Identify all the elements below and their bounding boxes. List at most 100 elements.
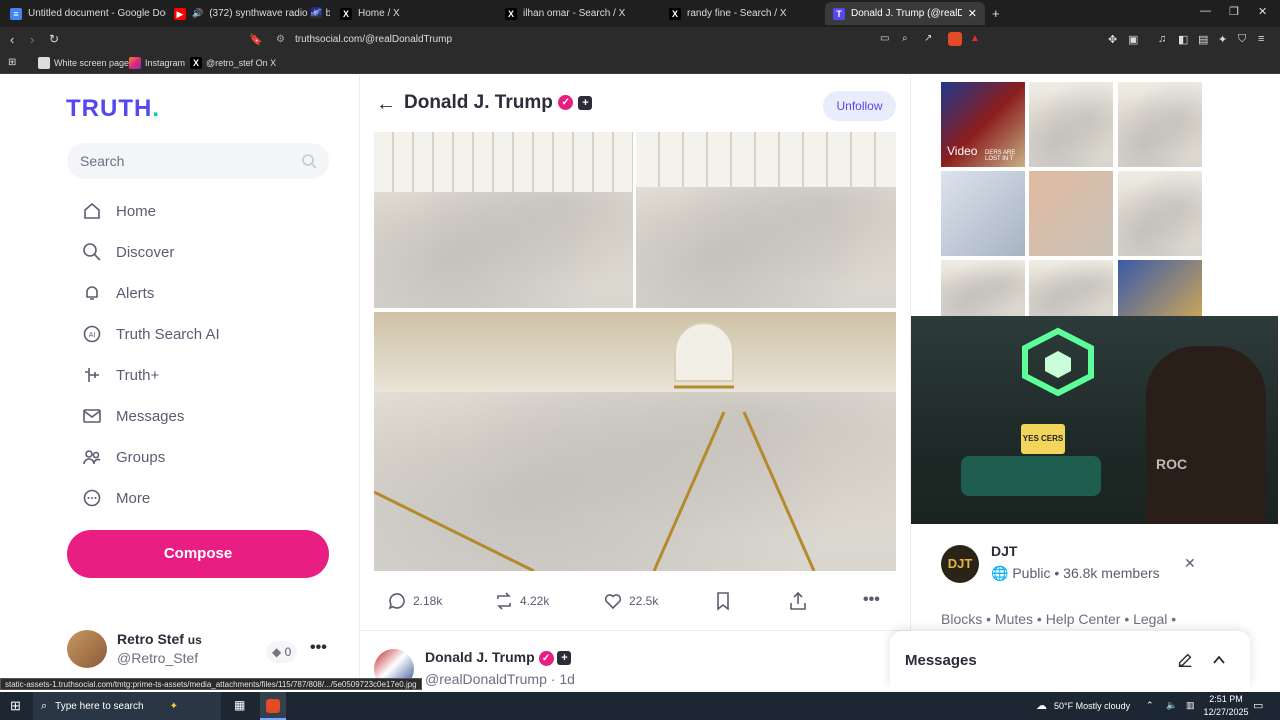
nav-truth-plus[interactable]: Truth+ (82, 365, 159, 385)
nav-groups[interactable]: Groups (82, 447, 165, 467)
truth-logo[interactable]: TRUTH. (66, 95, 160, 123)
bookmark-icon[interactable]: 🔖 (249, 33, 263, 46)
address-bar: ‹ › ↻ 🔖 ⚙ truthsocial.com/@realDonaldTru… (0, 27, 1280, 53)
wallet-icon[interactable]: ▤ (1198, 33, 1208, 46)
media-thumb[interactable] (1118, 171, 1202, 256)
tab-title: Donald J. Trump (@realDonaldTr (851, 8, 962, 19)
menu-icon[interactable]: ≡ (1258, 33, 1264, 45)
media-thumb[interactable] (1029, 171, 1113, 256)
clock-date[interactable]: 12/27/2025 (1202, 707, 1250, 717)
nav-alerts[interactable]: Alerts (82, 283, 154, 303)
brave-shield-icon[interactable] (948, 32, 962, 46)
nav-more[interactable]: More (82, 488, 150, 508)
user-menu-icon[interactable]: ••• (310, 639, 327, 657)
share-icon[interactable]: ↗ (924, 33, 932, 44)
windows-start-icon[interactable]: ⊞ (10, 698, 21, 714)
tab-youtube[interactable]: ▶ 🔊 (372) synthwave radio 🌌 beats t (166, 2, 330, 25)
media-thumb[interactable] (941, 171, 1025, 256)
tab-truth-social[interactable]: T Donald J. Trump (@realDonaldTr ✕ (825, 2, 985, 25)
group-visibility: Public (1012, 565, 1051, 581)
vpn-icon[interactable]: ⛉ (1238, 33, 1246, 46)
new-tab-icon[interactable]: + (992, 6, 1000, 21)
page-icon (38, 57, 50, 69)
restore-icon[interactable]: ❐ (1229, 5, 1239, 18)
media-thumb[interactable] (1029, 260, 1113, 316)
share-action[interactable] (788, 591, 808, 611)
tab-x-home[interactable]: X Home / X (332, 2, 496, 25)
user-handle: @Retro_Stef (117, 650, 199, 666)
dismiss-group-icon[interactable]: ✕ (1184, 555, 1196, 572)
tab-x-ilhan[interactable]: X ilhan omar - Search / X (497, 2, 661, 25)
tab-x-randy[interactable]: X randy fine - Search / X (661, 2, 825, 25)
footer-links[interactable]: Blocks • Mutes • Help Center • Legal • (941, 611, 1176, 627)
tab-title: randy fine - Search / X (687, 8, 787, 19)
bookmark-instagram[interactable]: Instagram (129, 57, 185, 69)
clock-time[interactable]: 2:51 PM (1208, 694, 1244, 704)
post-image-3[interactable] (374, 312, 896, 571)
sidebar-icon[interactable]: ◧ (1178, 33, 1188, 46)
back-icon[interactable]: ‹ (10, 32, 14, 47)
gem-counter[interactable]: ◆ 0 (266, 641, 298, 663)
bookmark-retro-stef-x[interactable]: X @retro_stef On X (190, 57, 276, 69)
close-tab-icon[interactable]: ✕ (968, 7, 977, 20)
x-icon: X (340, 7, 352, 20)
close-window-icon[interactable]: ✕ (1258, 5, 1267, 18)
nav-home[interactable]: Home (82, 201, 156, 221)
leo-ai-icon[interactable]: ✦ (1218, 33, 1227, 46)
media-thumb[interactable] (1118, 260, 1202, 316)
site-info-icon[interactable]: ⚙ (276, 34, 285, 45)
compose-message-icon[interactable] (1176, 651, 1194, 669)
post2-handle[interactable]: @realDonaldTrump (425, 671, 547, 687)
group-name[interactable]: DJT (991, 543, 1017, 559)
like-action[interactable]: 22.5k (603, 591, 658, 611)
weather-text[interactable]: 50°F Mostly cloudy (1054, 701, 1130, 711)
compose-button[interactable]: Compose (67, 530, 329, 578)
volume-icon[interactable]: 🔈 (1166, 700, 1177, 711)
nav-label: Messages (116, 407, 185, 425)
unfollow-button[interactable]: Unfollow (823, 91, 896, 121)
post2-author[interactable]: Donald J. Trump ✓ + (425, 649, 572, 666)
group-meta: 🌐 Public • 36.8k members (991, 565, 1160, 581)
cast-icon[interactable]: ▭ (880, 33, 889, 44)
minimize-icon[interactable]: — (1200, 5, 1211, 17)
task-view-icon[interactable]: ▦ (234, 698, 245, 712)
tab-google-docs[interactable]: ≡ Untitled document - Google Docs (2, 2, 166, 25)
reload-icon[interactable]: ↻ (49, 32, 59, 46)
bookmark-white-screen[interactable]: White screen page (38, 57, 129, 69)
media-icon[interactable]: ♫ (1158, 33, 1166, 45)
tray-chevron-icon[interactable]: ⌃ (1146, 700, 1154, 711)
reply-action[interactable]: 2.18k (387, 591, 442, 611)
back-arrow-icon[interactable]: ← (376, 93, 396, 116)
media-thumb[interactable] (941, 260, 1025, 316)
logo-dot: . (152, 95, 160, 122)
nav-truth-search-ai[interactable]: AI Truth Search AI (82, 324, 220, 344)
taskbar-search[interactable]: ⌕ Type here to search ✦ (33, 692, 221, 720)
forward-icon[interactable]: › (30, 32, 34, 47)
messages-panel[interactable]: Messages (890, 631, 1250, 688)
heart-icon (604, 594, 622, 610)
screenshot-icon[interactable]: ▣ (1128, 33, 1138, 46)
nav-discover[interactable]: Discover (82, 242, 174, 262)
media-thumb[interactable] (1029, 82, 1113, 167)
network-icon[interactable]: ▥ (1186, 700, 1195, 711)
url-field[interactable]: truthsocial.com/@realDonaldTrump (295, 34, 452, 45)
apps-grid-icon[interactable]: ⊞ (8, 57, 16, 68)
media-thumb[interactable] (1118, 82, 1202, 167)
nav-messages[interactable]: Messages (82, 406, 184, 426)
post-image-2[interactable] (636, 132, 896, 308)
media-thumb-video[interactable]: Video DERS ARE LOST IN T (941, 82, 1025, 167)
retruth-action[interactable]: 4.22k (494, 591, 549, 611)
post-image-1[interactable] (374, 132, 633, 308)
zoom-icon[interactable]: ⌕ (902, 33, 908, 44)
post-more-icon[interactable]: ••• (863, 591, 880, 609)
rewards-icon[interactable]: ▲ (970, 33, 980, 44)
truth-plus-badge-icon: + (578, 95, 593, 110)
chevron-up-icon[interactable] (1212, 653, 1226, 667)
djt-group-logo[interactable]: DJT (941, 545, 979, 583)
search-input[interactable]: Search (67, 143, 329, 179)
bookmark-action[interactable] (713, 591, 733, 611)
user-avatar[interactable] (67, 630, 107, 668)
notifications-icon[interactable]: ▭ (1253, 699, 1263, 712)
extensions-icon[interactable]: ✥ (1108, 33, 1117, 46)
nav-label: Alerts (116, 284, 155, 302)
